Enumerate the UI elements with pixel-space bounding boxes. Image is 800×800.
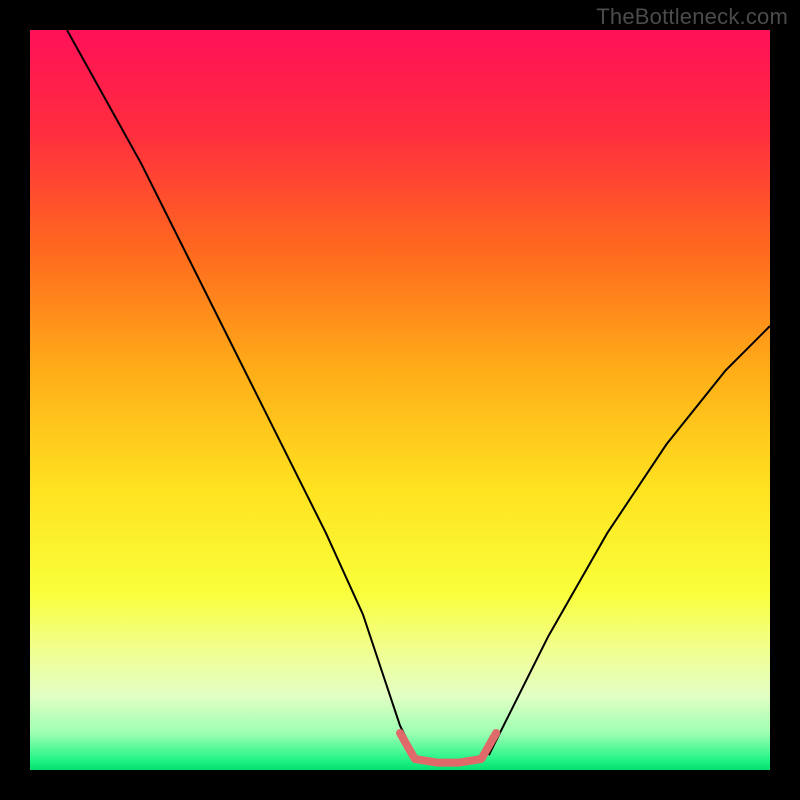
chart-svg [30,30,770,770]
plot-area [30,30,770,770]
chart-background [30,30,770,770]
watermark-text: TheBottleneck.com [596,4,788,30]
chart-frame: TheBottleneck.com [0,0,800,800]
